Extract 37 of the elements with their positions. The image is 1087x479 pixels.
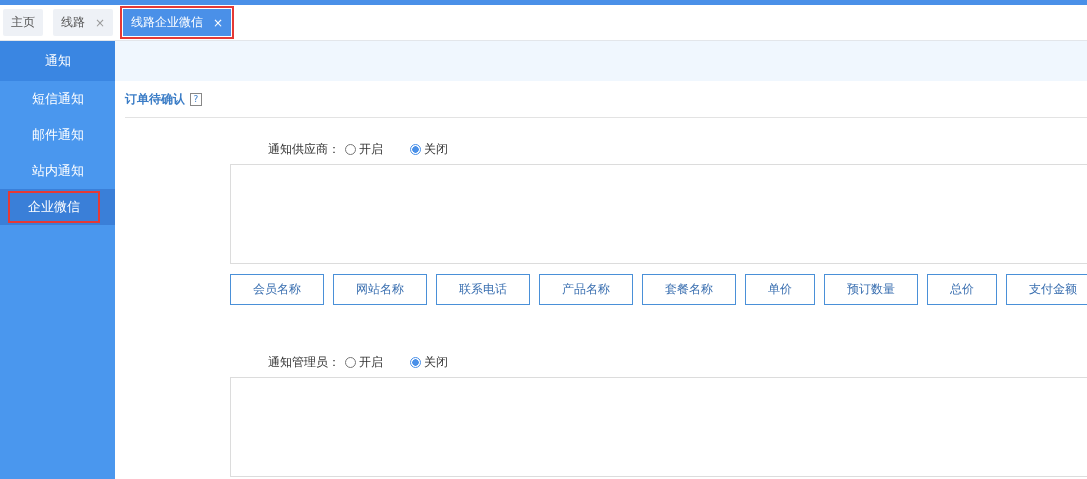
radio-label[interactable]: 关闭 [424,353,448,371]
insert-variable-button[interactable]: 支付金额 [1006,274,1087,305]
field-label: 通知管理员： [267,353,340,371]
insert-variable-button[interactable]: 总价 [927,274,997,305]
tab-label[interactable]: 线路企业微信 [131,14,204,31]
insert-variable-button[interactable]: 联系电话 [436,274,530,305]
section-title: 订单待确认 [125,90,185,108]
sidebar-item[interactable]: 站内通知 [31,162,84,180]
radio-option[interactable]: 关闭 [410,353,448,371]
radio-icon[interactable] [410,356,421,368]
insert-variable-button[interactable]: 产品名称 [539,274,633,305]
tab-label[interactable]: 主页 [11,14,35,31]
tab[interactable]: 线路企业微信 × [123,9,232,36]
insert-variable-button[interactable]: 预订数量 [824,274,918,305]
radio-label[interactable]: 关闭 [424,140,448,158]
tab[interactable]: 线路 × [53,9,114,36]
tab[interactable]: 主页 [3,9,43,36]
tab-label[interactable]: 线路 [61,14,85,31]
sidebar-item[interactable]: 邮件通知 [31,126,84,144]
insert-variable-button[interactable]: 单价 [745,274,815,305]
message-field[interactable] [230,377,1087,477]
insert-variable-button[interactable]: 会员名称 [230,274,324,305]
radio-icon[interactable] [410,143,421,155]
radio-label[interactable]: 开启 [359,353,383,371]
sidebar-title: 通知 [0,41,115,81]
field-label: 通知供应商： [267,140,340,158]
help-icon[interactable]: ? [190,92,202,106]
insert-variable-button[interactable]: 套餐名称 [642,274,736,305]
radio-option[interactable]: 关闭 [410,140,448,158]
sidebar-item[interactable]: 短信通知 [31,90,84,108]
message-field[interactable] [230,164,1087,264]
insert-variable-button[interactable]: 网站名称 [333,274,427,305]
radio-option[interactable]: 开启 [345,353,383,371]
radio-option[interactable]: 开启 [345,140,383,158]
sidebar-item[interactable]: 企业微信 [28,198,80,216]
close-icon[interactable]: × [213,15,224,30]
radio-label[interactable]: 开启 [359,140,383,158]
